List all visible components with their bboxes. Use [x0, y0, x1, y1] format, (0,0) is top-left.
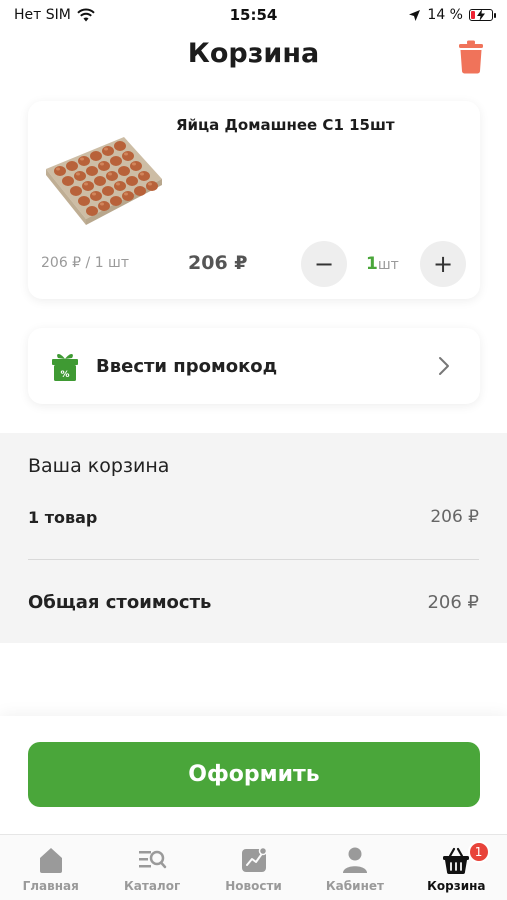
chevron-right-icon — [439, 357, 449, 375]
quantity-value: 1 — [366, 254, 378, 274]
minus-icon: − — [313, 250, 335, 278]
tab-bar: Главная Каталог Новости Кабинет Корзина … — [0, 834, 507, 900]
tab-label: Корзина — [427, 879, 486, 893]
user-icon — [342, 847, 367, 873]
carrier-label: Нет SIM — [14, 7, 71, 23]
summary-items-count: 1 товар — [28, 508, 98, 527]
gift-percent-icon: % — [52, 354, 78, 381]
plus-icon: + — [432, 250, 454, 278]
promo-label: Ввести промокод — [96, 355, 278, 377]
status-left: Нет SIM — [14, 7, 95, 23]
tab-home[interactable]: Главная — [0, 835, 101, 900]
tab-cart[interactable]: Корзина 1 — [406, 835, 507, 900]
product-name: Яйца Домашнее С1 15шт — [176, 116, 395, 134]
tab-account[interactable]: Кабинет — [304, 835, 405, 900]
tab-catalog[interactable]: Каталог — [101, 835, 202, 900]
status-bar: Нет SIM 15:54 14 % — [0, 0, 507, 30]
quantity-unit: шт — [377, 257, 399, 273]
tab-label: Каталог — [123, 879, 181, 893]
location-arrow-icon — [409, 9, 421, 21]
cart-summary: Ваша корзина 1 товар 206 ₽ Общая стоимос… — [0, 433, 507, 643]
wifi-icon — [77, 8, 95, 22]
battery-level — [471, 11, 475, 19]
tab-label: Главная — [22, 879, 79, 893]
home-icon — [39, 848, 62, 873]
summary-title: Ваша корзина — [28, 455, 170, 477]
decrease-quantity-button[interactable]: − — [301, 241, 347, 287]
cart-item-card: Яйца Домашнее С1 15шт 206 ₽ / 1 шт 206 ₽… — [28, 101, 480, 299]
news-icon — [241, 846, 267, 872]
catalog-search-icon — [139, 850, 167, 869]
tab-label: Кабинет — [325, 879, 384, 893]
quantity-display: 1шт — [366, 254, 399, 274]
summary-total-label: Общая стоимость — [28, 592, 212, 613]
battery-percent: 14 % — [427, 7, 463, 23]
basket-icon — [443, 847, 470, 874]
unit-price: 206 ₽ / 1 шт — [41, 255, 130, 271]
line-price: 206 ₽ — [188, 252, 248, 274]
checkout-button[interactable]: Оформить — [28, 742, 480, 807]
cart-count-badge: 1 — [467, 841, 490, 863]
eggs-tray-image — [46, 137, 162, 225]
page-title: Корзина — [187, 38, 320, 69]
status-right: 14 % — [408, 7, 496, 23]
increase-quantity-button[interactable]: + — [420, 241, 466, 287]
tab-label: Новости — [225, 879, 282, 893]
trash-icon — [459, 40, 483, 74]
summary-items-price: 206 ₽ — [430, 507, 479, 527]
battery-charging-icon — [469, 9, 496, 21]
clear-cart-button[interactable] — [457, 40, 485, 74]
bolt-icon — [477, 9, 485, 21]
promo-code-button[interactable]: % Ввести промокод — [28, 328, 480, 404]
tab-news[interactable]: Новости — [203, 835, 304, 900]
summary-total-price: 206 ₽ — [427, 592, 479, 613]
svg-text:%: % — [60, 370, 69, 380]
divider — [28, 559, 479, 560]
